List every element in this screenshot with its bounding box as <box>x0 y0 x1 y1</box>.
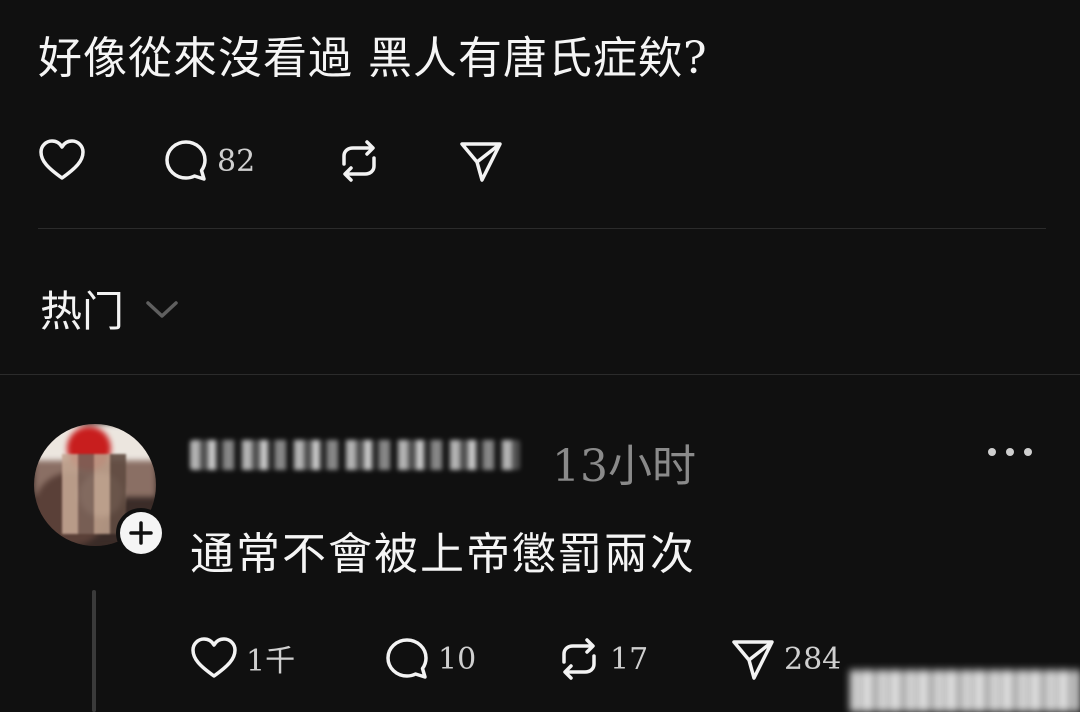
reply-like-count: 1千 <box>246 644 296 679</box>
thread-line <box>92 590 96 712</box>
reply-repost-count: 17 <box>610 641 649 677</box>
post-share-button[interactable] <box>458 138 504 184</box>
more-icon <box>988 448 1032 456</box>
reply-share-count: 284 <box>784 641 842 677</box>
heart-icon <box>39 139 85 180</box>
comment-icon <box>165 140 207 181</box>
divider <box>0 374 1080 375</box>
post-comment-count: 82 <box>217 143 256 179</box>
follow-button[interactable] <box>116 508 166 558</box>
post-like-button[interactable] <box>38 138 86 182</box>
comment-icon <box>386 638 428 679</box>
sort-label: 热门 <box>40 287 125 336</box>
sort-dropdown[interactable]: 热门 <box>40 278 182 339</box>
reply-timestamp: 13小时 <box>552 441 696 492</box>
chevron-down-icon <box>146 300 178 318</box>
username[interactable] <box>190 440 520 470</box>
post-text: 好像從來沒看過 黑人有唐氏症欸? <box>38 33 708 84</box>
reply-comment-button[interactable]: 10 <box>384 636 476 682</box>
send-icon <box>460 142 502 182</box>
repost-icon <box>562 638 596 680</box>
more-options-button[interactable] <box>986 442 1034 466</box>
send-icon <box>732 640 774 680</box>
reply-comment-count: 10 <box>438 641 477 677</box>
watermark <box>850 670 1080 712</box>
post-comment-button[interactable]: 82 <box>163 138 255 184</box>
reply-like-button[interactable]: 1千 <box>190 636 295 680</box>
heart-icon <box>191 637 237 678</box>
reply-share-button[interactable]: 284 <box>730 636 841 682</box>
reply-text: 通常不會被上帝懲罰兩次 <box>190 529 696 580</box>
repost-icon <box>342 140 376 182</box>
divider <box>38 228 1046 229</box>
post-repost-button[interactable] <box>336 138 382 184</box>
reply-repost-button[interactable]: 17 <box>556 636 648 682</box>
plus-icon <box>129 521 153 545</box>
